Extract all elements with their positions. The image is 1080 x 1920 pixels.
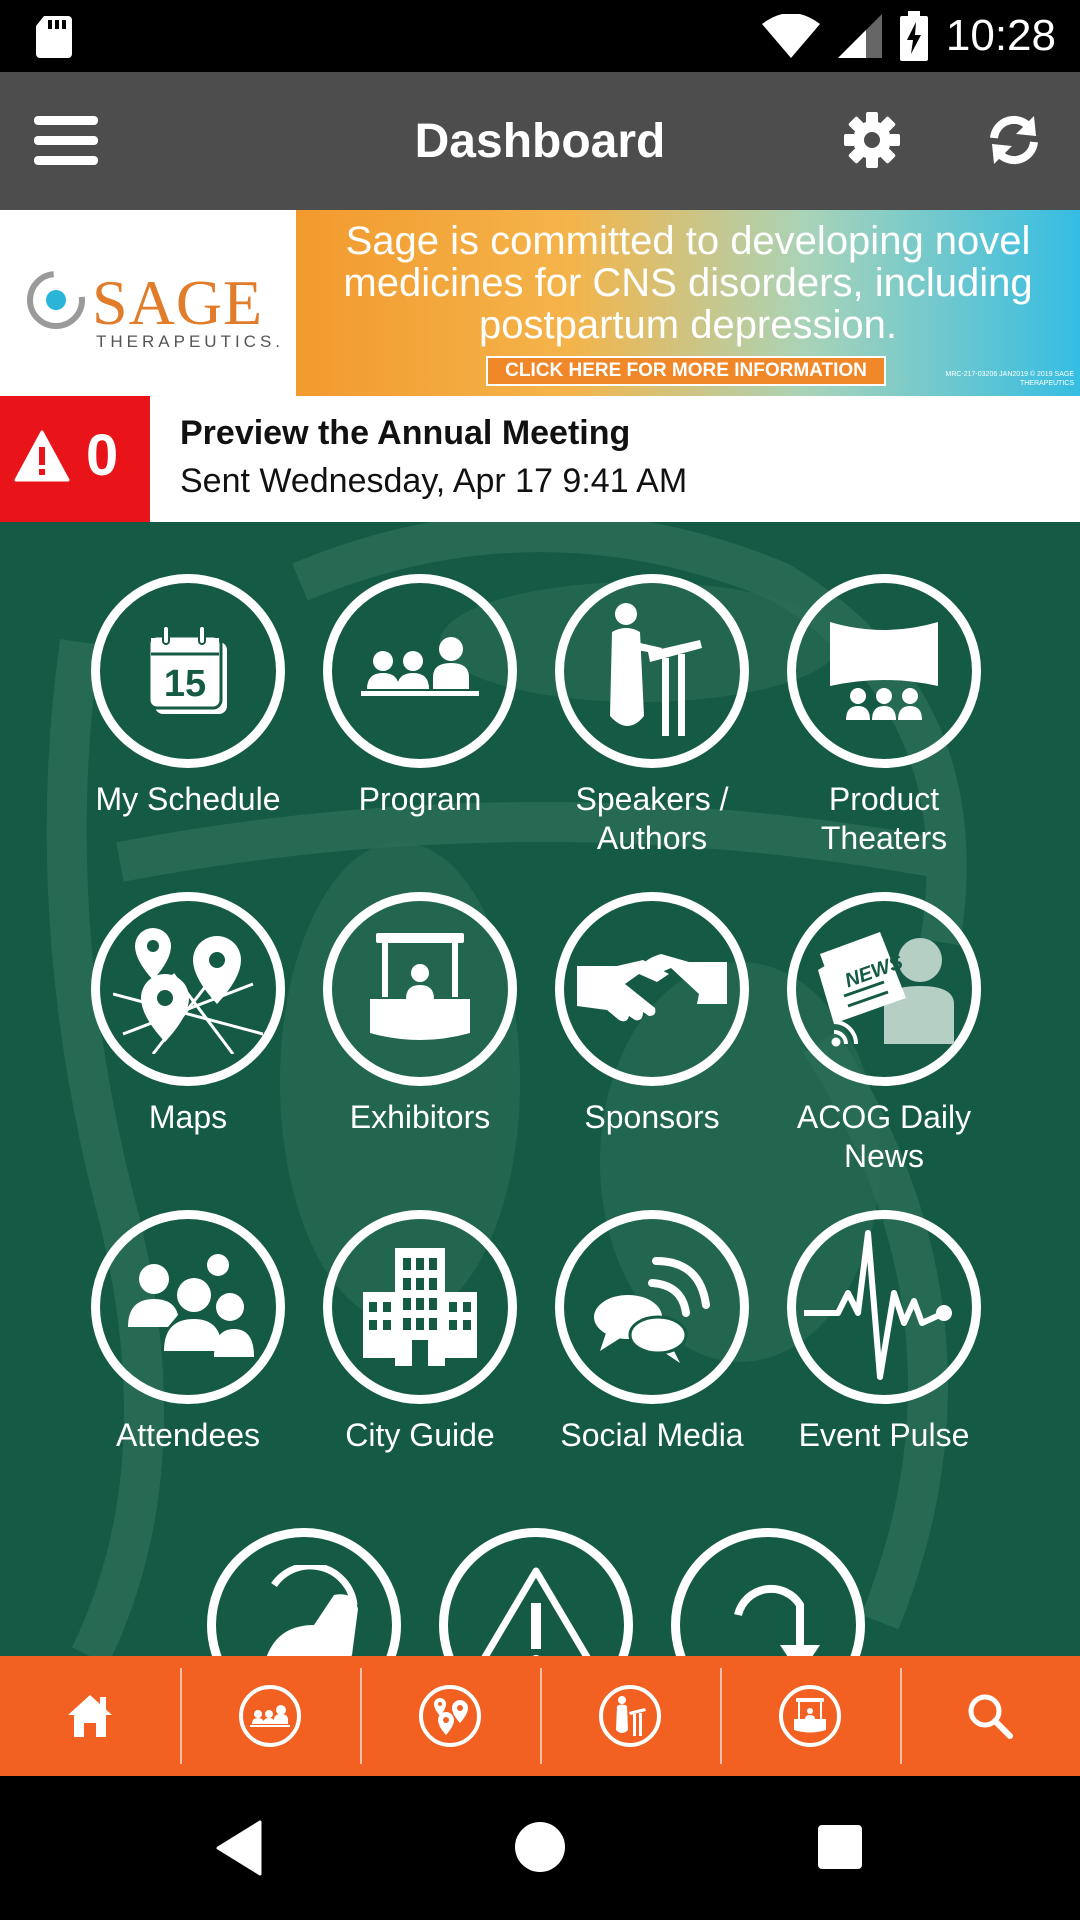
tile-label: Speakers / Authors <box>575 781 729 856</box>
ad-message: Sage is committed to developing novel me… <box>343 219 1033 347</box>
tile-city-guide[interactable]: City Guide <box>304 1210 536 1455</box>
newspaper-icon: NEWS <box>787 892 981 1086</box>
sd-card-icon <box>36 16 72 58</box>
booth-icon <box>323 892 517 1086</box>
people-group-icon <box>91 1210 285 1404</box>
tile-product-theaters[interactable]: Product Theaters <box>768 574 1000 858</box>
alert-title: Preview the Annual Meeting <box>180 414 631 452</box>
ad-cta-button[interactable]: CLICK HERE FOR MORE INFORMATION <box>486 356 886 386</box>
alert-notification[interactable]: 0 Preview the Annual Meeting Sent Wednes… <box>0 396 1080 522</box>
tile-partial-3[interactable] <box>652 1528 884 1656</box>
tile-social-media[interactable]: Social Media <box>536 1210 768 1455</box>
gear-icon[interactable] <box>844 112 900 168</box>
tile-label: Attendees <box>115 1417 261 1453</box>
sage-logo-name: SAGE <box>92 267 264 338</box>
tile-partial-2[interactable] <box>420 1528 652 1656</box>
sponsor-banner[interactable]: SAGE THERAPEUTICS. Sage is committed to … <box>0 210 1080 396</box>
dashboard-grid: 15 My Schedule Program Speakers / Author… <box>0 522 1080 1656</box>
tile-my-schedule[interactable]: 15 My Schedule <box>72 574 304 819</box>
tile-label: Maps <box>148 1099 228 1135</box>
running-shoe-icon <box>207 1528 401 1656</box>
page-title: Dashboard <box>414 115 666 168</box>
podium-speaker-icon <box>555 574 749 768</box>
tile-label: My Schedule <box>95 781 281 817</box>
handshake-icon <box>555 892 749 1086</box>
map-pins-icon <box>419 1685 481 1747</box>
download-arrow-icon <box>671 1528 865 1656</box>
ad-fine-print: MRC-217-03206 JAN2019 © 2019 SAGE THERAP… <box>945 371 1074 387</box>
tile-exhibitors[interactable]: Exhibitors <box>304 892 536 1137</box>
clock: 10:28 <box>945 11 1056 60</box>
home-icon <box>68 1695 112 1737</box>
tile-event-pulse[interactable]: Event Pulse <box>768 1210 1000 1455</box>
tile-attendees[interactable]: Attendees <box>72 1210 304 1455</box>
sage-logo-icon <box>27 271 85 329</box>
tile-label: City Guide <box>345 1417 495 1453</box>
system-nav-bar <box>0 1776 1080 1920</box>
sage-logo: SAGE THERAPEUTICS. <box>0 210 296 396</box>
home-button[interactable] <box>515 1822 565 1872</box>
nav-home[interactable] <box>0 1656 180 1776</box>
refresh-icon[interactable] <box>986 112 1042 168</box>
buildings-icon <box>323 1210 517 1404</box>
alert-count: 0 <box>86 423 119 488</box>
battery-charging-icon <box>899 11 928 61</box>
podium-speaker-icon <box>599 1685 661 1747</box>
tile-speakers-authors[interactable]: Speakers / Authors <box>536 574 768 858</box>
status-bar: 10:28 <box>0 0 1080 72</box>
booth-icon <box>779 1685 841 1747</box>
nav-search[interactable] <box>900 1656 1080 1776</box>
cell-signal-icon <box>837 14 882 58</box>
map-pins-icon <box>91 892 285 1086</box>
heartbeat-icon <box>787 1210 981 1404</box>
tile-maps[interactable]: Maps <box>72 892 304 1137</box>
recents-button[interactable] <box>818 1825 862 1869</box>
calendar-icon: 15 <box>91 574 285 768</box>
tile-label: Social Media <box>560 1417 744 1453</box>
svg-text:15: 15 <box>164 663 206 705</box>
tile-label: Event Pulse <box>798 1417 970 1453</box>
search-icon <box>968 1694 1013 1739</box>
tile-label: ACOG Daily News <box>796 1099 972 1174</box>
audience-icon <box>323 574 517 768</box>
nav-exhibitors[interactable] <box>720 1656 900 1776</box>
nav-maps[interactable] <box>360 1656 540 1776</box>
warning-icon <box>14 430 70 482</box>
alert-sent-time: Sent Wednesday, Apr 17 9:41 AM <box>180 462 688 500</box>
app-bar: Dashboard <box>0 72 1080 210</box>
tile-label: Program <box>358 781 482 817</box>
wifi-icon <box>761 14 820 58</box>
ad-creative[interactable]: Sage is committed to developing novel me… <box>296 210 1080 396</box>
tile-label: Exhibitors <box>349 1099 491 1135</box>
nav-program[interactable] <box>180 1656 360 1776</box>
bottom-nav <box>0 1656 1080 1776</box>
back-icon[interactable] <box>214 1820 262 1876</box>
tile-partial-1[interactable] <box>188 1528 420 1656</box>
tile-sponsors[interactable]: Sponsors <box>536 892 768 1137</box>
tile-label: Sponsors <box>584 1099 720 1135</box>
tile-program[interactable]: Program <box>304 574 536 819</box>
audience-icon <box>239 1685 301 1747</box>
alert-count-badge[interactable]: 0 <box>0 396 150 522</box>
tile-acog-daily-news[interactable]: NEWS ACOG Daily News <box>768 892 1000 1176</box>
tile-label: Product Theaters <box>820 781 948 856</box>
warning-triangle-icon <box>439 1528 633 1656</box>
chat-bubbles-icon <box>555 1210 749 1404</box>
sage-logo-sub: THERAPEUTICS. <box>96 332 285 351</box>
theater-screen-icon <box>787 574 981 768</box>
nav-speakers[interactable] <box>540 1656 720 1776</box>
